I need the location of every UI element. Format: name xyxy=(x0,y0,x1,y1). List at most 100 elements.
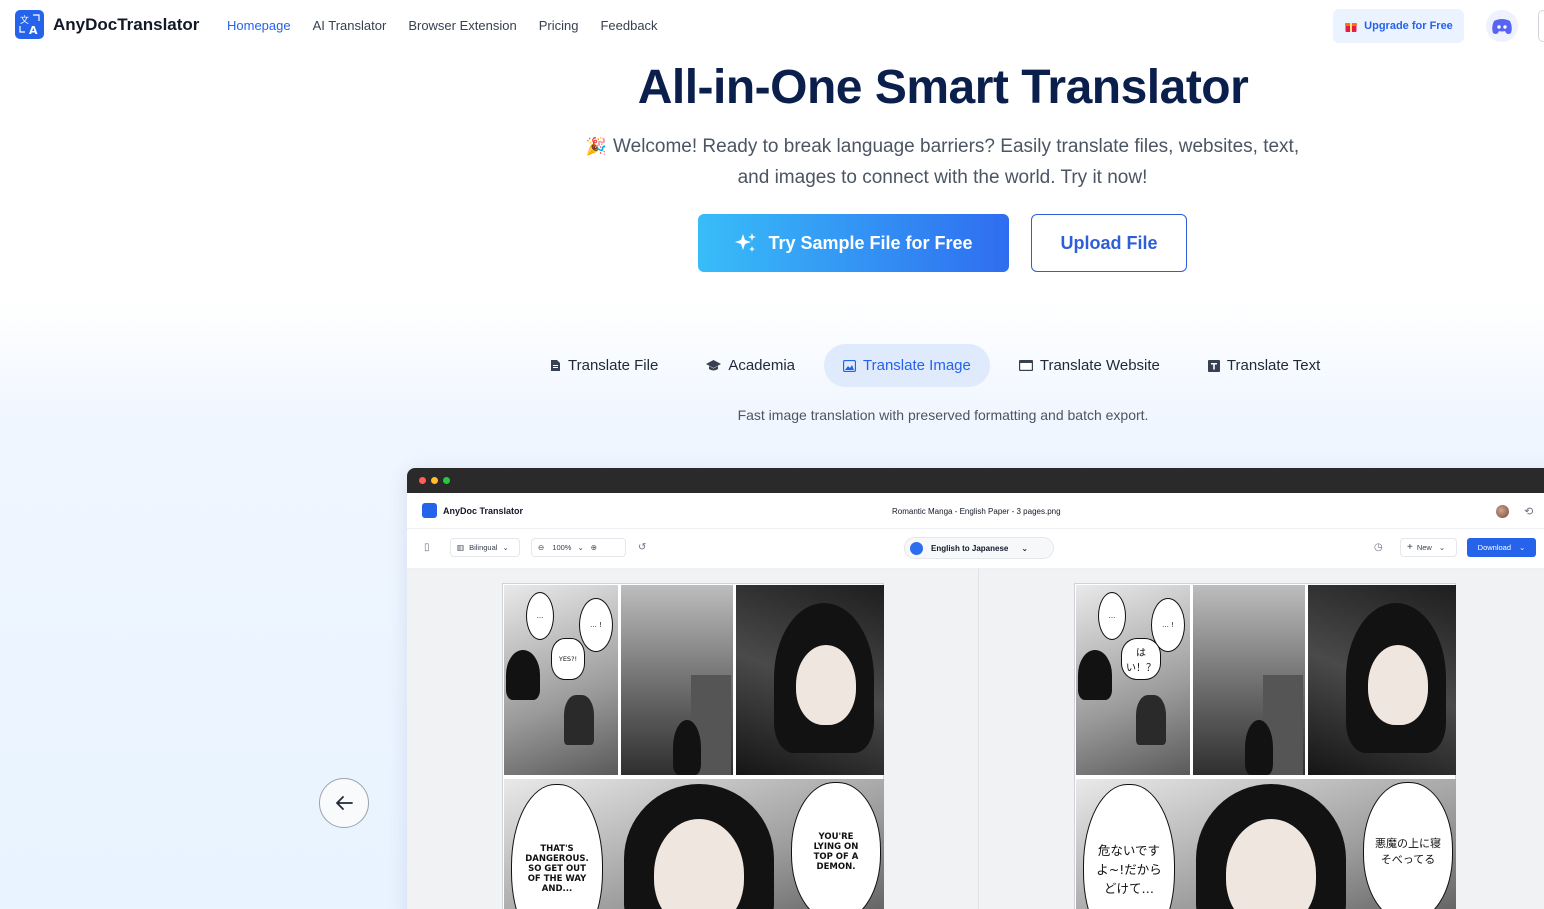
tab-label: Translate File xyxy=(568,357,659,374)
pane-divider[interactable] xyxy=(978,569,979,909)
character-figure xyxy=(1245,720,1273,775)
translate-logo-icon: 文 A xyxy=(15,10,44,39)
arrow-left-icon xyxy=(336,796,353,810)
sidebar-toggle-icon[interactable]: ▯ xyxy=(424,542,430,553)
sparkles-icon xyxy=(735,233,757,252)
discord-button[interactable] xyxy=(1486,10,1518,42)
text-box-icon xyxy=(1207,359,1220,372)
speech-bubble: 悪魔の上に寝 そべってる xyxy=(1363,782,1453,909)
translated-page: ... ... ! はい！？ 危ないです よ~!だから どけて… 悪魔の上に寝 … xyxy=(1074,583,1456,909)
brand-name: AnyDocTranslator xyxy=(53,14,200,34)
history-icon[interactable]: ◷ xyxy=(1374,542,1383,553)
tree-shape xyxy=(1136,695,1166,745)
tab-academia[interactable]: Academia xyxy=(687,344,814,387)
zoom-control[interactable]: ⊖ 100% ⌄ ⊕ xyxy=(531,538,626,557)
nav-browser-extension[interactable]: Browser Extension xyxy=(408,18,516,33)
language-label: English to Japanese xyxy=(931,543,1009,553)
tab-translate-text[interactable]: Translate Text xyxy=(1189,344,1339,387)
svg-text:A: A xyxy=(29,24,38,37)
manga-panel xyxy=(621,585,733,775)
speech-bubble: YES?! xyxy=(551,638,585,680)
document-panes: ... ... ! YES?! THAT'S DANGEROUS. SO GET… xyxy=(407,569,1544,909)
upgrade-button[interactable]: Upgrade for Free xyxy=(1333,9,1464,43)
party-icon: 🎉 xyxy=(585,137,608,156)
top-nav: 文 A AnyDocTranslator Homepage AI Transla… xyxy=(0,0,1544,52)
tree-shape xyxy=(564,695,594,745)
page-title: All-in-One Smart Translator xyxy=(637,61,1249,114)
character-figure xyxy=(1078,650,1112,700)
zoom-out-icon[interactable]: ⊖ xyxy=(538,543,544,552)
upload-file-button[interactable]: Upload File xyxy=(1031,214,1187,272)
download-label: Download xyxy=(1477,543,1512,552)
tab-translate-website[interactable]: Translate Website xyxy=(1000,344,1179,387)
nav-homepage[interactable]: Homepage xyxy=(227,18,291,33)
plus-icon: + xyxy=(1407,542,1413,553)
character-figure xyxy=(673,720,701,775)
tab-label: Translate Website xyxy=(1039,357,1160,374)
app-logo: AnyDoc Translator xyxy=(422,503,523,518)
chevron-down-icon: ⌄ xyxy=(1021,543,1029,553)
rotate-icon[interactable]: ↺ xyxy=(638,542,646,553)
character-face xyxy=(796,645,856,725)
brand-logo[interactable]: 文 A AnyDocTranslator xyxy=(15,10,199,39)
tab-label: Academia xyxy=(728,357,796,374)
gift-icon xyxy=(1345,23,1358,32)
columns-icon: ▥ xyxy=(457,543,465,552)
app-logo-icon xyxy=(422,503,437,518)
feature-tabs: Translate File Academia Translate Image … xyxy=(531,344,1349,387)
chevron-down-icon: ⌄ xyxy=(1519,543,1526,552)
document-icon xyxy=(551,360,560,371)
speech-bubble: YOU'RE LYING ON TOP OF A DEMON. xyxy=(791,782,881,909)
nav-ai-translator[interactable]: AI Translator xyxy=(313,18,387,33)
app-name: AnyDoc Translator xyxy=(443,505,524,516)
discord-icon xyxy=(1492,18,1512,34)
menu-button[interactable] xyxy=(1538,10,1544,42)
original-page: ... ... ! YES?! THAT'S DANGEROUS. SO GET… xyxy=(502,583,884,909)
tab-description: Fast image translation with preserved fo… xyxy=(737,407,1149,423)
minimize-dot xyxy=(431,477,438,484)
new-button[interactable]: + New ⌄ xyxy=(1400,538,1457,557)
character-face xyxy=(1368,645,1428,725)
manga-panel xyxy=(1193,585,1305,775)
avatar[interactable] xyxy=(1496,505,1509,518)
chevron-down-icon: ⌄ xyxy=(577,543,584,552)
image-icon xyxy=(843,359,857,372)
tab-label: Translate Text xyxy=(1226,357,1321,374)
zoom-in-icon[interactable]: ⊕ xyxy=(591,543,597,552)
download-button[interactable]: Download ⌄ xyxy=(1467,538,1536,557)
try-sample-label: Try Sample File for Free xyxy=(768,232,973,253)
chevron-down-icon: ⌄ xyxy=(1438,543,1446,552)
close-dot xyxy=(419,477,426,484)
hero-subtitle: 🎉 Welcome! Ready to break language barrie… xyxy=(570,131,1315,193)
svg-text:文: 文 xyxy=(20,14,29,26)
nav-feedback[interactable]: Feedback xyxy=(600,18,657,33)
graduation-cap-icon xyxy=(706,359,722,370)
app-toolbar: ▯ ▥ Bilingual ⌄ ⊖ 100% ⌄ ⊕ ↺ English to … xyxy=(407,529,1544,569)
upgrade-label: Upgrade for Free xyxy=(1364,20,1453,32)
carousel-prev-button[interactable] xyxy=(319,778,369,828)
nav-links: Homepage AI Translator Browser Extension… xyxy=(227,18,680,33)
support-icon[interactable]: ⟲ xyxy=(1524,505,1533,518)
tab-label: Translate Image xyxy=(863,357,971,374)
language-select[interactable]: English to Japanese ⌄ xyxy=(904,537,1054,559)
manga-panel xyxy=(1308,585,1456,775)
app-preview-window: AnyDoc Translator Romantic Manga - Engli… xyxy=(407,468,1544,909)
tab-translate-image[interactable]: Translate Image xyxy=(824,344,990,387)
window-titlebar xyxy=(407,468,1544,493)
new-label: New xyxy=(1416,543,1432,552)
browser-window-icon xyxy=(1018,360,1033,371)
zoom-level: 100% xyxy=(552,543,572,552)
file-name: Romantic Manga - English Paper - 3 pages… xyxy=(892,507,1061,516)
view-mode-select[interactable]: ▥ Bilingual ⌄ xyxy=(450,538,520,557)
speech-bubble: ... xyxy=(1098,592,1126,640)
maximize-dot xyxy=(443,477,450,484)
view-mode-label: Bilingual xyxy=(469,543,498,552)
tab-translate-file[interactable]: Translate File xyxy=(531,344,677,387)
chevron-down-icon: ⌄ xyxy=(502,543,509,552)
speech-bubble: ... xyxy=(526,592,554,640)
nav-pricing[interactable]: Pricing xyxy=(539,18,579,33)
manga-panel xyxy=(736,585,884,775)
try-sample-button[interactable]: Try Sample File for Free xyxy=(698,214,1009,272)
speech-bubble: ... ! xyxy=(579,598,613,652)
app-header: AnyDoc Translator Romantic Manga - Engli… xyxy=(407,493,1544,529)
